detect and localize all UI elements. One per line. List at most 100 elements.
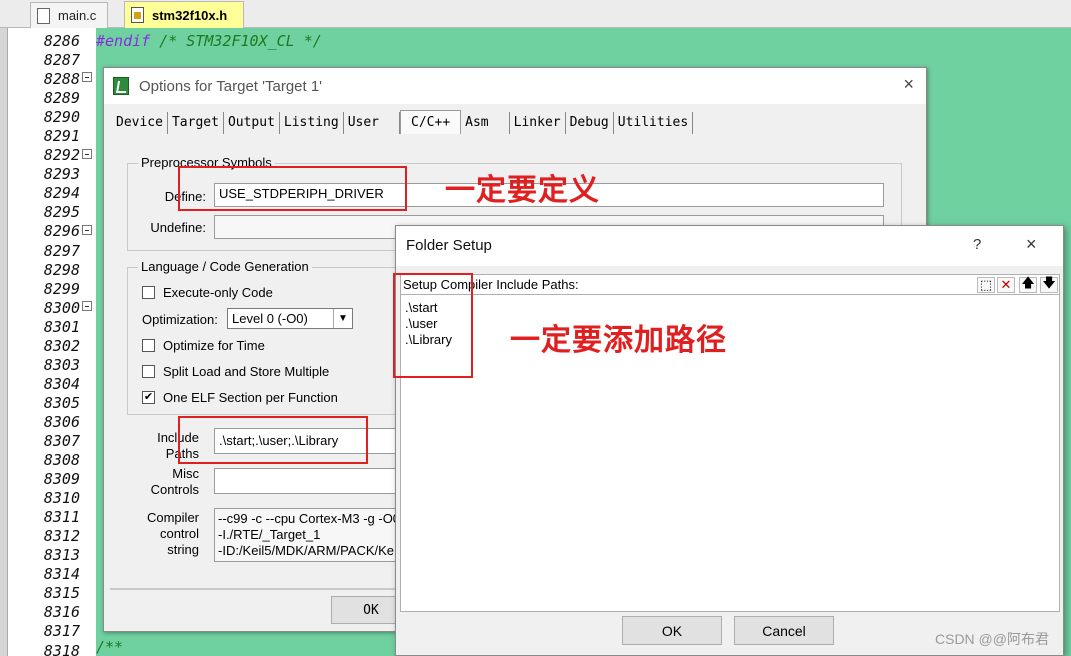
folder-ok-button[interactable]: OK (622, 616, 722, 645)
tab-main-c[interactable]: main.c (30, 2, 108, 28)
checkbox-label: Split Load and Store Multiple (163, 364, 330, 379)
line-number: 8310 (43, 489, 80, 508)
fold-toggle-icon[interactable] (82, 301, 92, 311)
compiler-control-label-line1: Compiler (146, 510, 199, 525)
chevron-down-icon[interactable]: ▼ (333, 309, 352, 328)
checkbox-label: Optimize for Time (163, 338, 265, 353)
line-number: 8295 (43, 203, 80, 222)
checkbox-label: Execute-only Code (163, 285, 273, 300)
tab-user[interactable]: User (343, 112, 401, 134)
line-number: 8286 (43, 32, 80, 50)
line-number: 8315 (43, 584, 80, 603)
tab-utilities[interactable]: Utilities (613, 112, 694, 134)
define-label: Define: (164, 189, 206, 204)
misc-controls-label-line1: Misc (172, 466, 199, 481)
list-header-label: Setup Compiler Include Paths: (403, 277, 579, 292)
line-number: 8313 (43, 546, 80, 565)
help-icon[interactable]: ? (973, 236, 981, 253)
line-number: 8302 (43, 336, 80, 355)
checkbox-box[interactable] (142, 365, 155, 378)
line-number: 8305 (43, 393, 80, 412)
undefine-label: Undefine: (150, 220, 206, 235)
tab-listing[interactable]: Listing (279, 112, 344, 134)
line-number: 8288 (43, 70, 80, 89)
line-number: 8289 (43, 89, 80, 108)
code-keyword: #endif (96, 32, 151, 50)
tab-debug[interactable]: Debug (565, 112, 614, 134)
move-up-icon[interactable]: 🡅 (1019, 275, 1037, 293)
code-line-8286: #endif /* STM32F10X_CL */ (96, 32, 322, 50)
tab-linker[interactable]: Linker (509, 112, 566, 134)
execute-only-checkbox[interactable]: Execute-only Code (142, 285, 273, 300)
tab-stm32f10x-h[interactable]: stm32f10x.h (124, 1, 244, 28)
split-load-checkbox[interactable]: Split Load and Store Multiple (142, 364, 329, 379)
move-down-icon[interactable]: 🡇 (1040, 275, 1058, 293)
dialog-title: Folder Setup (406, 237, 492, 254)
fold-toggle-icon[interactable] (82, 72, 92, 82)
dialog-title: Options for Target 'Target 1' (139, 77, 323, 95)
folder-cancel-button[interactable]: Cancel (734, 616, 834, 645)
line-number: 8287 (43, 51, 80, 70)
gutter-margin (0, 28, 8, 656)
include-paths-label-line2: Paths (165, 446, 199, 461)
close-icon[interactable]: × (1026, 234, 1037, 255)
optimization-label: Optimization: (142, 312, 218, 327)
optimize-time-checkbox[interactable]: Optimize for Time (142, 338, 265, 353)
line-number: 8303 (43, 355, 80, 374)
fold-toggle-icon[interactable] (82, 225, 92, 235)
list-item[interactable]: .\user (405, 316, 438, 331)
checkbox-box[interactable] (142, 286, 155, 299)
line-number: 8299 (43, 279, 80, 298)
optimization-value: Level 0 (-O0) (232, 311, 308, 326)
line-number: 8316 (43, 603, 80, 622)
include-paths-list-header: Setup Compiler Include Paths: ⬚ ✕ 🡅 🡇 (400, 274, 1060, 294)
compiler-control-label-line3: string (167, 542, 199, 557)
line-number: 8291 (43, 127, 80, 146)
checkbox-box[interactable] (142, 339, 155, 352)
compiler-control-label-line2: control (159, 526, 199, 541)
watermark: CSDN @@阿布君 (935, 631, 1049, 647)
one-elf-section-checkbox[interactable]: ✔ One ELF Section per Function (142, 390, 338, 405)
tab-device[interactable]: Device (112, 112, 168, 134)
tab-label: stm32f10x.h (152, 7, 228, 23)
line-number: 8311 (43, 508, 80, 527)
checkbox-label: One ELF Section per Function (163, 390, 338, 405)
optimization-select[interactable]: Level 0 (-O0) ▼ (227, 308, 353, 329)
dialog-title-bar: Options for Target 'Target 1' × (104, 68, 926, 104)
line-number: 8312 (43, 527, 80, 546)
line-number: 8318 (43, 641, 80, 656)
line-number: 8293 (43, 165, 80, 184)
line-number: 8296 (43, 222, 80, 241)
file-c-icon (37, 7, 50, 24)
line-number: 8309 (43, 470, 80, 489)
file-h-icon (131, 7, 144, 23)
new-folder-icon[interactable]: ⬚ (977, 277, 995, 293)
line-number: 8290 (43, 108, 80, 127)
list-item[interactable]: .\start (405, 300, 438, 315)
tab-output[interactable]: Output (223, 112, 280, 134)
code-line-8318: /** (96, 638, 124, 656)
tab-label: main.c (58, 8, 97, 23)
include-paths-label-line1: Include (157, 430, 199, 445)
line-number: 8317 (43, 622, 80, 641)
code-comment: /* STM32F10X_CL */ (159, 32, 322, 50)
line-number: 8297 (43, 241, 80, 260)
fold-toggle-icon[interactable] (82, 149, 92, 159)
checkmark-icon[interactable]: ✔ (142, 391, 155, 404)
folder-setup-dialog[interactable]: Folder Setup ? × Setup Compiler Include … (395, 225, 1064, 656)
line-number: 8304 (43, 374, 80, 393)
tab-asm[interactable]: Asm (461, 112, 510, 134)
line-number: 8294 (43, 184, 80, 203)
list-item[interactable]: .\Library (405, 332, 452, 347)
annotation-define-note: 一定要定义 (445, 173, 600, 208)
misc-controls-label-line2: Controls (150, 482, 199, 497)
tab-target[interactable]: Target (167, 112, 224, 134)
close-icon[interactable]: × (903, 74, 914, 95)
include-paths-list[interactable]: .\start .\user .\Library (400, 294, 1060, 612)
line-numbers: 8286 8287 8288 8289 8290 8291 8292 8293 8294 8295… (8, 32, 80, 656)
annotation-paths-note: 一定要添加路径 (510, 323, 727, 358)
options-tab-strip: Device Target Output Listing User C/C++ … (112, 110, 694, 134)
tab-c-cpp[interactable]: C/C++ (400, 110, 462, 134)
delete-icon[interactable]: ✕ (997, 277, 1015, 293)
dialog-title-bar: Folder Setup ? × (396, 226, 1063, 266)
